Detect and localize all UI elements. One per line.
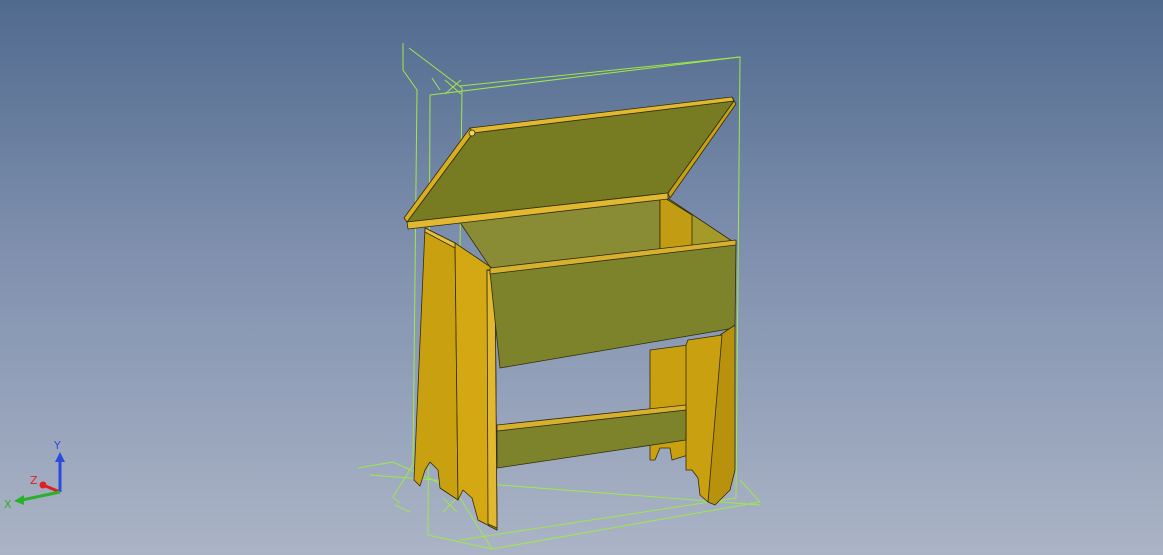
model-canvas[interactable]: Y Z X (0, 0, 1163, 555)
y-arrow-icon (55, 452, 65, 462)
3d-viewport[interactable]: Y Z X (0, 0, 1163, 555)
lid-hinge-icon (468, 129, 476, 137)
z-axis-label: Z (30, 474, 38, 487)
x-axis-label: X (4, 498, 12, 511)
z-axis-end-icon (39, 481, 47, 489)
x-arrow-icon (14, 495, 24, 505)
y-axis-label: Y (53, 439, 61, 452)
axis-triad: Y Z X (4, 439, 65, 511)
bench-model[interactable] (403, 96, 737, 531)
left-leg-face[interactable] (413, 227, 459, 501)
x-axis-line (21, 490, 61, 502)
